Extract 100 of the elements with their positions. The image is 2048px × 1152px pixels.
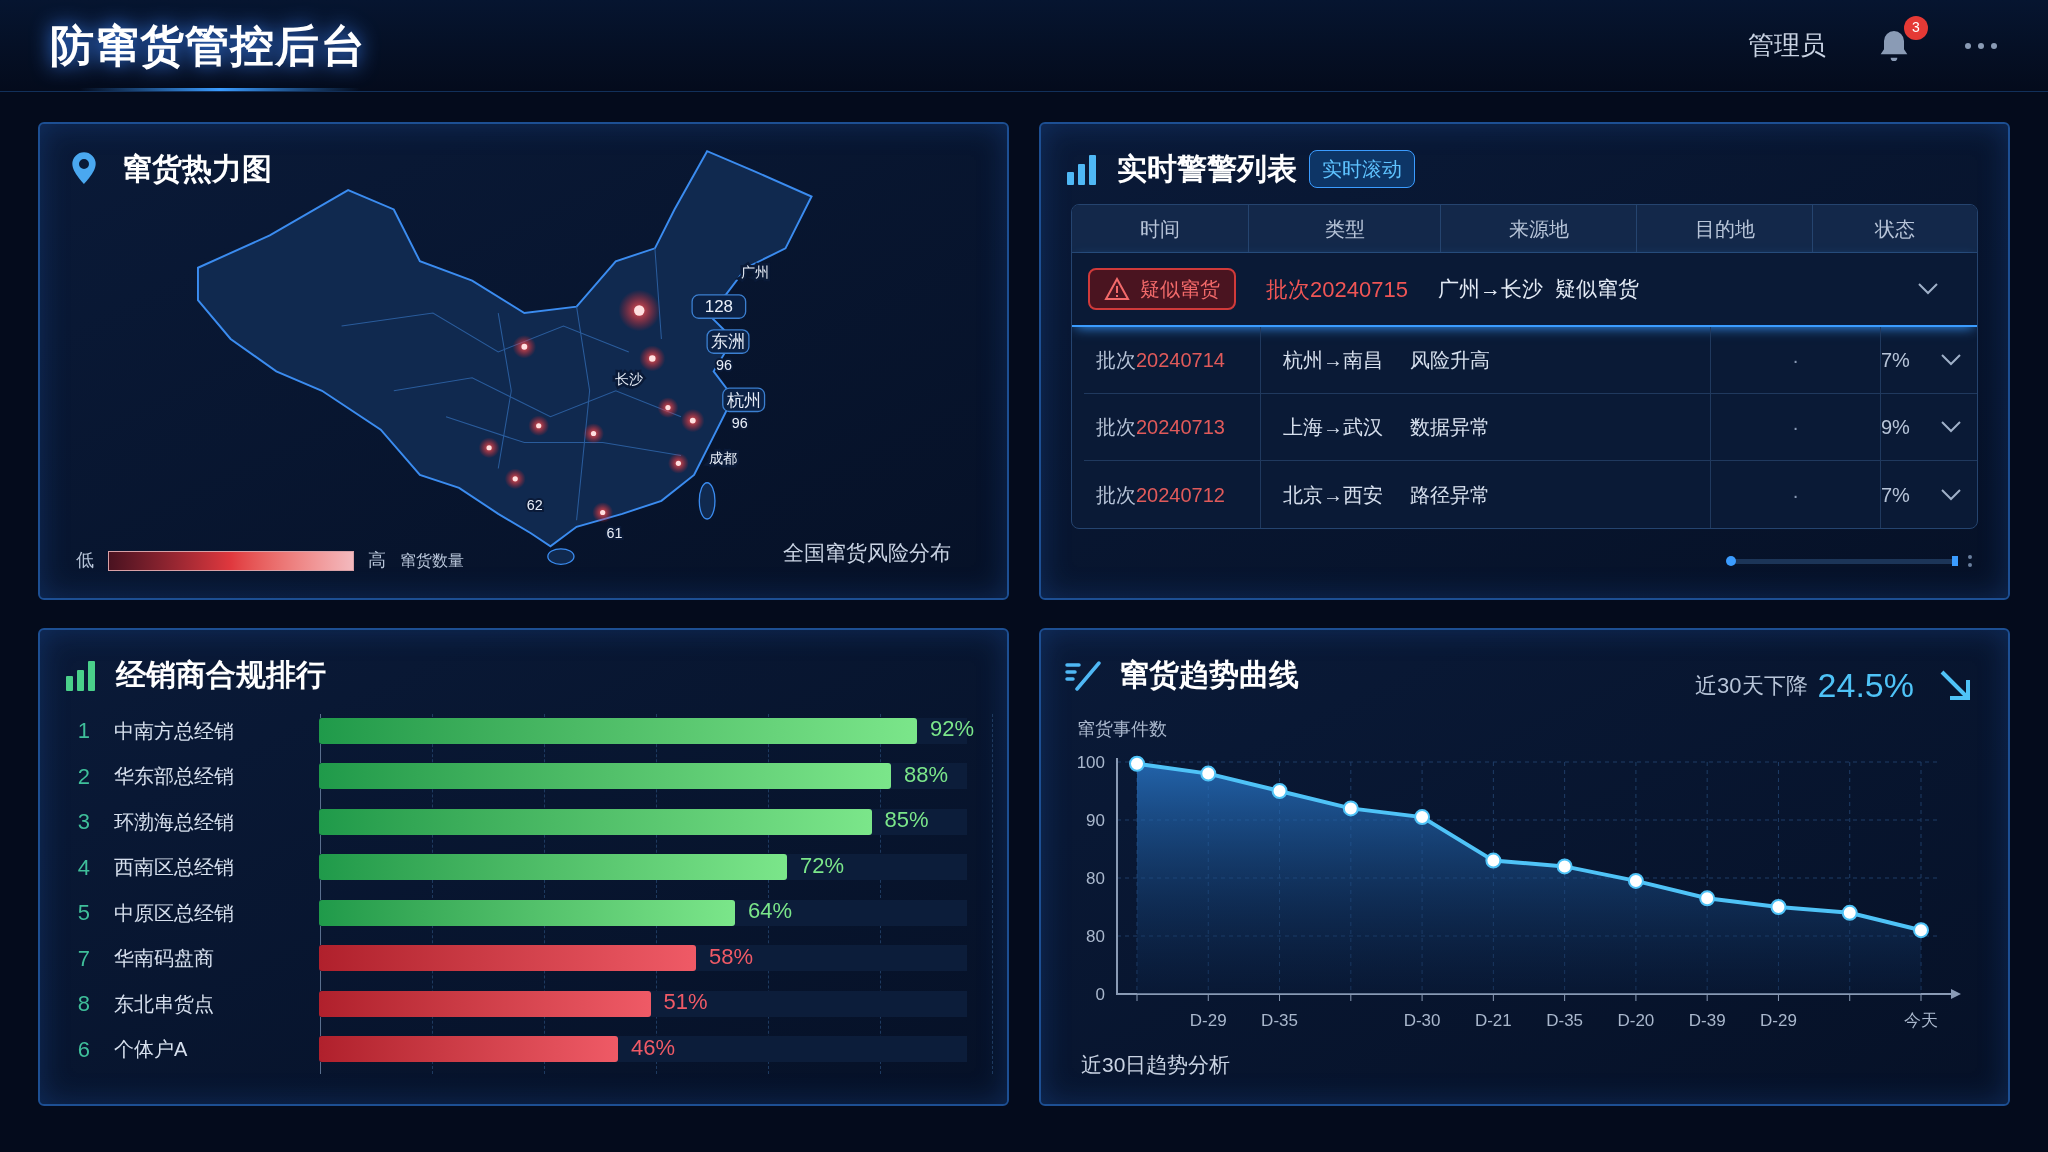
rank-number: 7 xyxy=(76,944,92,973)
percent-label: 88% xyxy=(904,760,949,789)
percent-label: 51% xyxy=(663,988,708,1016)
hotspot-marker xyxy=(657,397,679,418)
dealer-name: 华南码盘商 xyxy=(112,946,215,971)
column-header: 目的地 xyxy=(1636,205,1812,252)
table-cell-text: 数据异常 xyxy=(1410,415,1491,440)
data-point xyxy=(1556,858,1573,875)
hotspot-marker xyxy=(681,408,705,433)
x-tick-label: 今天 xyxy=(1904,1011,1938,1030)
y-tick-label: 100 xyxy=(1076,753,1105,772)
x-tick-label: D-29 xyxy=(1189,1011,1227,1030)
chevron-down-icon[interactable] xyxy=(1939,353,1962,367)
x-tick-label: D-35 xyxy=(1261,1011,1298,1030)
dealer-name: 西南区总经销 xyxy=(112,855,235,880)
scroll-indicator[interactable] xyxy=(1724,554,1974,568)
x-tick-label: D-35 xyxy=(1546,1011,1584,1030)
data-point xyxy=(1699,890,1716,907)
dealer-name: 中南方总经销 xyxy=(112,718,235,744)
hotspot-marker xyxy=(618,289,661,332)
hotspot-marker xyxy=(583,423,604,444)
percent-label: 64% xyxy=(748,897,793,925)
rank-number: 1 xyxy=(76,717,92,745)
chevron-down-icon[interactable] xyxy=(1939,487,1962,502)
column-header: 时间 xyxy=(1139,216,1181,242)
table-cell-text: 风险升高 xyxy=(1410,348,1491,373)
data-point xyxy=(1342,800,1359,817)
dealer-name: 华东部总经销 xyxy=(112,764,235,789)
panel-title: 窜货热力图 xyxy=(122,151,272,187)
panel-title: 窜货趋势曲线 xyxy=(1119,657,1299,693)
data-point xyxy=(1770,899,1787,915)
table-cell: 上海→武汉 xyxy=(1260,394,1410,460)
table-cell-text: 批次20240713 xyxy=(1095,415,1226,440)
table-cell-text: 路径异常 xyxy=(1410,482,1491,508)
data-point xyxy=(1485,852,1502,869)
hotspot-marker xyxy=(504,468,526,490)
city-label: 成都 xyxy=(708,450,737,467)
rank-number: 4 xyxy=(76,853,92,882)
rank-number: 6 xyxy=(76,1035,92,1064)
percent-label: 46% xyxy=(631,1033,676,1062)
data-point xyxy=(1200,765,1217,782)
warning-icon xyxy=(1104,277,1130,301)
count-label: 96 xyxy=(731,415,748,432)
hotspot-marker xyxy=(639,345,666,372)
percent-label: 85% xyxy=(884,806,929,834)
dealer-name: 东北串货点 xyxy=(112,991,215,1017)
x-tick-label: D-29 xyxy=(1760,1011,1797,1030)
rank-number: 8 xyxy=(76,990,92,1018)
table-cell: 北京→西安 xyxy=(1260,461,1410,528)
more-icon xyxy=(1964,41,1998,50)
data-point xyxy=(1271,783,1288,799)
data-point xyxy=(1129,755,1145,772)
y-tick-label: 0 xyxy=(1095,985,1105,1004)
chart-caption: 近30日趋势分析 xyxy=(1081,1051,1231,1078)
city-label: 广州 xyxy=(741,263,770,280)
dealer-name: 中原区总经销 xyxy=(112,900,235,926)
table-cell: · xyxy=(1710,327,1880,393)
panel-title: 经销商合规排行 xyxy=(116,657,326,693)
route-text: 广州→长沙 xyxy=(1437,276,1543,303)
count-label: 62 xyxy=(526,497,543,513)
summary-value: 24.5% xyxy=(1817,665,1914,706)
chevron-down-icon[interactable] xyxy=(1917,282,1939,296)
rank-number: 2 xyxy=(76,762,92,791)
rank-number: 5 xyxy=(76,899,92,927)
alert-type: 疑似窜货 xyxy=(1554,276,1639,303)
summary-label: 近30天下降 xyxy=(1695,672,1808,700)
x-tick-label: D-21 xyxy=(1474,1011,1512,1030)
hotspot-marker xyxy=(667,452,689,474)
legend-caption: 窜货数量 xyxy=(400,550,464,571)
count-label: 61 xyxy=(606,525,623,542)
count-label: 96 xyxy=(716,357,733,374)
y-tick-label: 80 xyxy=(1086,869,1105,888)
map-callout: 杭州 xyxy=(722,387,766,413)
notification-badge: 3 xyxy=(1904,15,1928,40)
more-button[interactable] xyxy=(1964,41,1998,50)
hotspot-marker xyxy=(478,437,500,459)
hotspot-marker xyxy=(512,335,537,359)
table-cell: · xyxy=(1710,461,1880,528)
rate-text: 9% xyxy=(1881,415,1910,440)
table-cell: · xyxy=(1710,394,1880,460)
rate-text: 7% xyxy=(1881,482,1910,508)
dealer-name: 环渤海总经销 xyxy=(112,809,235,835)
batch-number: 批次20240715 xyxy=(1266,275,1408,304)
rank-number: 3 xyxy=(76,808,92,836)
dealer-name: 个体户A xyxy=(112,1037,189,1062)
data-point xyxy=(1627,872,1644,889)
panel-title: 实时警警列表 xyxy=(1117,151,1297,187)
data-point xyxy=(1841,904,1858,921)
column-header: 来源地 xyxy=(1440,205,1636,252)
column-header: 类型 xyxy=(1248,205,1440,252)
x-tick-label: D-30 xyxy=(1403,1011,1441,1030)
percent-label: 92% xyxy=(930,715,975,743)
chevron-down-icon[interactable] xyxy=(1939,420,1962,434)
y-tick-label: 80 xyxy=(1086,927,1105,946)
user-name[interactable]: 管理员 xyxy=(1748,26,1826,65)
rate-text: 7% xyxy=(1881,348,1910,373)
legend-label: 低 xyxy=(76,549,94,572)
x-tick-label: D-20 xyxy=(1617,1011,1655,1030)
hotspot-marker xyxy=(528,415,550,437)
map-callout: 东洲 xyxy=(706,329,750,354)
